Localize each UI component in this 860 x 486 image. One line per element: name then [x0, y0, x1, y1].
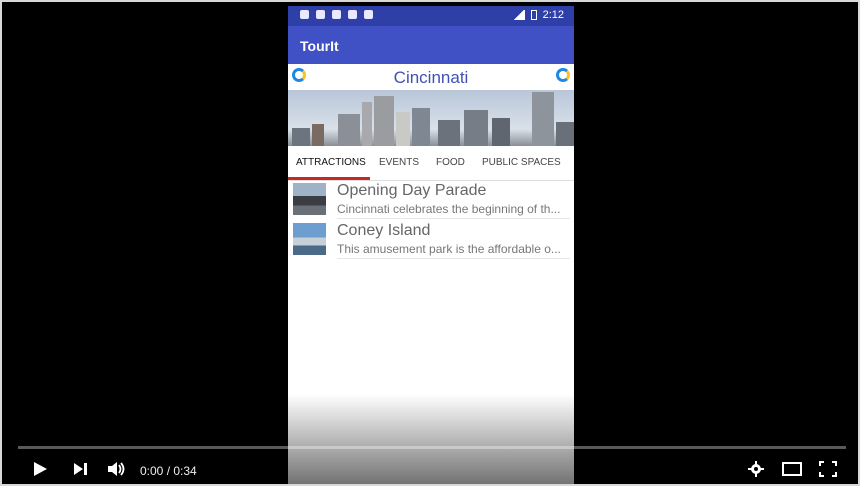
battery-icon	[530, 10, 537, 20]
category-tabs: ATTRACTIONS EVENTS FOOD PUBLIC SPACES	[288, 146, 574, 181]
item-thumbnail	[293, 183, 326, 215]
tab-events[interactable]: EVENTS	[379, 157, 419, 168]
item-description: This amusement park is the affordable o.…	[337, 242, 561, 256]
app-title: TourIt	[300, 38, 339, 54]
signal-icon	[512, 10, 525, 20]
theater-mode-icon[interactable]	[782, 460, 802, 478]
play-icon[interactable]	[30, 460, 50, 478]
city-header: Cincinnati	[288, 64, 574, 90]
notification-icon	[300, 10, 309, 19]
item-title: Coney Island	[337, 222, 431, 239]
item-description: Cincinnati celebrates the beginning of t…	[337, 202, 561, 216]
city-skyline-image	[288, 90, 574, 146]
fullscreen-icon[interactable]	[818, 460, 838, 478]
time-display: 0:00 / 0:34	[140, 464, 197, 478]
active-tab-indicator	[288, 177, 370, 180]
tab-food[interactable]: FOOD	[436, 157, 465, 168]
divider	[337, 218, 570, 219]
city-name: Cincinnati	[393, 68, 469, 87]
item-title: Opening Day Parade	[337, 182, 487, 199]
tab-attractions[interactable]: ATTRACTIONS	[296, 157, 366, 168]
list-item[interactable]: Coney Island This amusement park is the …	[288, 222, 574, 262]
player-controls: 0:00 / 0:34	[6, 454, 858, 484]
status-bar: 2:12	[288, 6, 574, 26]
notification-icon	[348, 10, 357, 19]
status-time: 2:12	[542, 9, 564, 21]
notification-icon	[364, 10, 373, 19]
volume-icon[interactable]	[106, 460, 126, 478]
divider	[337, 258, 570, 259]
settings-icon[interactable]	[746, 460, 766, 478]
video-player-frame: 2:12 TourIt Cincinnati ATTRACTIONS EVENT…	[0, 0, 860, 486]
progress-bar[interactable]	[18, 446, 846, 449]
city-logo-icon	[556, 68, 570, 82]
notification-icon	[332, 10, 341, 19]
attractions-list: Opening Day Parade Cincinnati celebrates…	[288, 182, 574, 262]
next-icon[interactable]	[70, 460, 90, 478]
notification-icons	[300, 10, 373, 19]
notification-icon	[316, 10, 325, 19]
app-bar: TourIt	[288, 26, 574, 64]
list-item[interactable]: Opening Day Parade Cincinnati celebrates…	[288, 182, 574, 222]
tab-public-spaces[interactable]: PUBLIC SPACES	[482, 157, 561, 168]
item-thumbnail	[293, 223, 326, 255]
video-area[interactable]: 2:12 TourIt Cincinnati ATTRACTIONS EVENT…	[6, 6, 858, 484]
